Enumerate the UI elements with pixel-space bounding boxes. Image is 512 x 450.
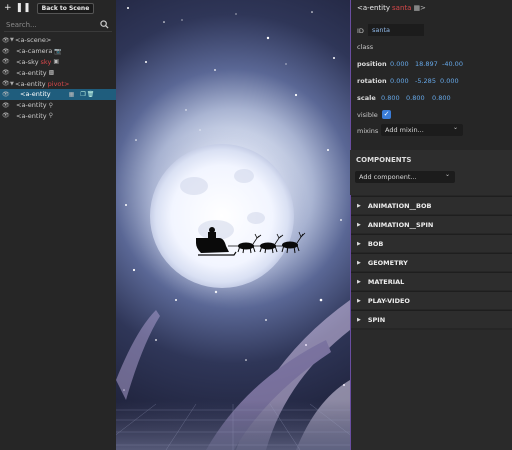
eye-icon[interactable]: 👁 (2, 102, 10, 109)
back-to-scene-button[interactable]: Back to Scene (36, 3, 95, 14)
component-material[interactable]: ▶ MATERIAL (351, 272, 512, 290)
position-x-input[interactable]: 0.000 (390, 60, 409, 68)
caret-right-icon: ▶ (357, 278, 361, 285)
caret-right-icon: ▶ (357, 259, 361, 266)
component-animation-bob[interactable]: ▶ ANIMATION__BOB (351, 196, 512, 214)
component-animation-spin[interactable]: ▶ ANIMATION__SPIN (351, 215, 512, 233)
caret-right-icon: ▶ (357, 297, 361, 304)
scale-x-input[interactable]: 0.800 (381, 94, 400, 102)
tree-label: <a-camera (16, 47, 53, 56)
tree-row-santa-selected[interactable]: 👁 <a-entity ▦ ❐🗑 (0, 88, 116, 100)
caret-right-icon: ▶ (357, 221, 361, 228)
search-box (4, 18, 112, 32)
position-y-input[interactable]: 18.897 (415, 60, 438, 68)
component-geometry[interactable]: ▶ GEOMETRY (351, 253, 512, 271)
chevron-down-icon: ⌄ (444, 171, 450, 178)
scene-render (116, 7, 350, 450)
rotation-x-input[interactable]: 0.000 (390, 77, 409, 85)
tree-row-scene[interactable]: 👁 ▼ <a-scene> (0, 35, 116, 46)
tree-label: <a-entity (16, 101, 47, 110)
tree-row-entity[interactable]: 👁 <a-entity ▩ (0, 67, 116, 78)
eye-icon[interactable]: 👁 (2, 112, 10, 119)
tree-row-light-2[interactable]: 👁 <a-entity ⚲ (0, 111, 116, 122)
tree-entity-name: pivot> (47, 79, 70, 88)
id-field[interactable]: santa (368, 24, 424, 36)
tree-label: <a-entity (15, 79, 46, 88)
tree-label: <a-entity (20, 90, 51, 99)
tree-row-light-1[interactable]: 👁 <a-entity ⚲ (0, 100, 116, 111)
moon (150, 144, 294, 288)
pause-icon[interactable]: ❚❚ (16, 4, 31, 13)
inspector-empty-area (351, 330, 512, 450)
caret-right-icon: ▶ (357, 316, 361, 323)
add-component-select[interactable]: Add component... ⌄ (355, 171, 455, 183)
camera-icon: 📷 (54, 47, 62, 55)
rotation-label: rotation (357, 77, 387, 85)
eye-icon[interactable]: 👁 (2, 91, 10, 98)
tree-label: <a-scene> (15, 36, 52, 45)
scale-y-input[interactable]: 0.800 (406, 94, 425, 102)
rotation-z-input[interactable]: 0.000 (440, 77, 459, 85)
class-label: class (357, 43, 374, 51)
tree-label: <a-entity (16, 68, 47, 77)
rotation-y-input[interactable]: -5.285 (415, 77, 436, 85)
entity-title: <a-entity santa ▦> (351, 0, 512, 15)
add-entity-icon[interactable]: + (4, 4, 12, 13)
scale-z-input[interactable]: 0.800 (432, 94, 451, 102)
chevron-down-icon: ⌄ (452, 124, 458, 131)
eye-icon[interactable]: 👁 (2, 69, 10, 76)
position-label: position (357, 60, 387, 68)
component-spin[interactable]: ▶ SPIN (351, 310, 512, 328)
mixins-placeholder: Add mixin... (385, 126, 424, 134)
search-input[interactable] (4, 20, 98, 29)
search-icon[interactable] (100, 20, 109, 29)
scenegraph-toolbar: + ❚❚ Back to Scene (0, 0, 116, 17)
scene-tree: 👁 ▼ <a-scene> 👁 <a-camera 📷 👁 <a-sky sky… (0, 35, 116, 121)
bulb-icon: ⚲ (48, 112, 54, 120)
image-icon: ▣ (53, 58, 59, 66)
row-actions: ❐🗑 (80, 91, 95, 98)
visible-checkbox[interactable]: ✓ (382, 110, 391, 119)
mixins-label: mixins (357, 127, 379, 135)
tree-row-pivot[interactable]: 👁 ▼ <a-entity pivot> (0, 78, 116, 89)
tree-label: <a-entity (16, 111, 47, 120)
cube-icon: ▦> (413, 3, 426, 12)
caret-right-icon: ▶ (357, 240, 361, 247)
position-z-input[interactable]: -40.00 (442, 60, 463, 68)
eye-icon[interactable]: 👁 (2, 58, 10, 65)
scale-label: scale (357, 94, 376, 102)
mixins-select[interactable]: Add mixin... ⌄ (381, 124, 463, 136)
id-label: ID (357, 27, 364, 35)
tree-row-sky[interactable]: 👁 <a-sky sky ▣ (0, 57, 116, 68)
eye-icon[interactable]: 👁 (2, 48, 10, 55)
eye-icon[interactable]: 👁 (2, 37, 10, 44)
scenegraph-panel: + ❚❚ Back to Scene 👁 ▼ <a-scene> 👁 <a-ca… (0, 0, 116, 450)
add-component-placeholder: Add component... (359, 173, 417, 181)
component-play-video[interactable]: ▶ PLAY-VIDEO (351, 291, 512, 309)
components-title: COMPONENTS (356, 156, 412, 164)
eye-icon[interactable]: 👁 (2, 80, 10, 87)
caret-right-icon: ▶ (357, 202, 361, 209)
tree-entity-name: sky (40, 57, 52, 66)
code-icon: ▩ (48, 69, 55, 77)
trash-icon[interactable]: 🗑 (87, 91, 96, 98)
tree-label: <a-sky (16, 57, 39, 66)
visible-label: visible (357, 111, 378, 119)
entity-name: santa (392, 3, 412, 12)
component-bob[interactable]: ▶ BOB (351, 234, 512, 252)
entity-tag: <a-entity (357, 3, 391, 12)
cube-icon: ▦ (68, 90, 75, 98)
scene-viewport[interactable] (116, 0, 350, 450)
tree-row-camera[interactable]: 👁 <a-camera 📷 (0, 46, 116, 57)
bulb-icon: ⚲ (48, 101, 54, 109)
